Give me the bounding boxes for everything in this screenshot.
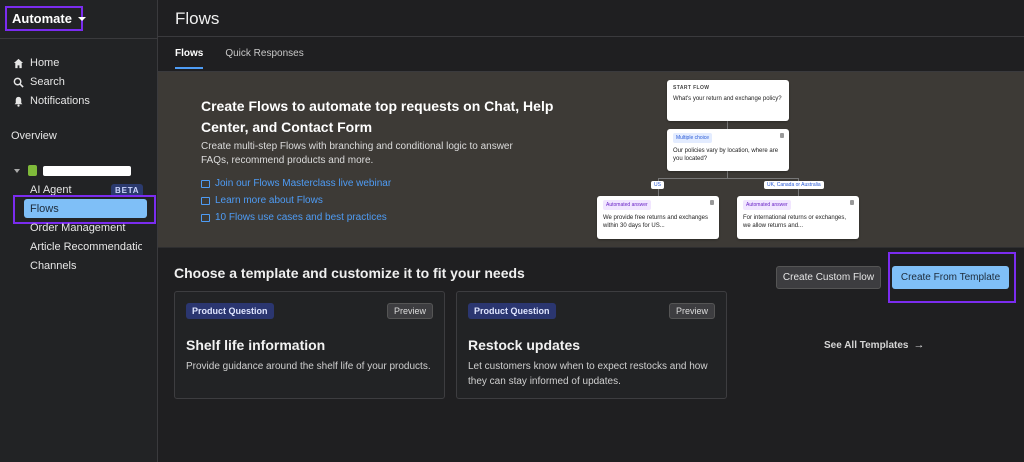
calendar-icon <box>201 179 210 188</box>
banner-title: Create Flows to automate top requests on… <box>201 98 554 135</box>
shopify-icon <box>28 165 37 176</box>
search-icon <box>12 76 24 88</box>
create-from-template-button[interactable]: Create From Template <box>892 266 1009 289</box>
tab-bar: Flows Quick Responses <box>175 48 326 69</box>
see-all-templates-link[interactable]: See All Templates → <box>824 339 924 351</box>
template-name: Shelf life information <box>186 337 326 353</box>
arrow-right-icon: → <box>913 339 925 351</box>
tab-quick-responses[interactable]: Quick Responses <box>225 48 303 69</box>
automated-answer-tag: Automated answer <box>743 200 791 210</box>
nav-label: Home <box>30 57 60 69</box>
bell-icon <box>12 95 24 107</box>
category-tag: Product Question <box>468 303 556 319</box>
sidebar: Automate Home Search Notifications Overv… <box>0 0 158 462</box>
book-icon <box>201 196 210 205</box>
divider <box>158 247 1024 248</box>
see-all-label: See All Templates <box>824 339 909 351</box>
divider <box>158 36 1024 37</box>
promo-banner: Create Flows to automate top requests on… <box>158 72 1024 247</box>
create-custom-flow-button[interactable]: Create Custom Flow <box>776 266 881 289</box>
branch-label-international: UK, Canada or Australia <box>764 181 824 189</box>
connector-line <box>658 178 798 179</box>
nav-label: Search <box>30 76 65 88</box>
template-card-restock-updates[interactable]: Product Question Preview Restock updates… <box>456 291 727 399</box>
sidebar-item-channels[interactable]: Channels <box>30 260 76 272</box>
automated-answer-tag: Automated answer <box>603 200 651 210</box>
sidebar-item-label: Flows <box>30 203 59 215</box>
sidebar-item-article-recommendation[interactable]: Article Recommendatior <box>30 241 142 253</box>
link-label: 10 Flows use cases and best practices <box>215 212 387 223</box>
template-description: Provide guidance around the shelf life o… <box>186 361 431 372</box>
branch-label-us: US <box>651 181 664 189</box>
connector-line <box>727 171 728 178</box>
store-name-redacted <box>43 165 131 176</box>
nav-home[interactable]: Home <box>12 57 59 69</box>
automated-answer-card-us: Automated answer We provide free returns… <box>597 196 719 239</box>
learn-more-link[interactable]: Learn more about Flows <box>201 195 323 206</box>
choice-text: Our policies vary by location, where are… <box>673 148 779 162</box>
nav-label: Notifications <box>30 95 90 107</box>
category-tag: Product Question <box>186 303 274 319</box>
store-selector[interactable] <box>14 165 131 176</box>
answer-text: We provide free returns and exchanges wi… <box>603 215 708 229</box>
template-card-shelf-life[interactable]: Product Question Preview Shelf life info… <box>174 291 445 399</box>
home-icon <box>12 57 24 69</box>
connector-line <box>727 121 728 129</box>
webinar-link[interactable]: Join our Flows Masterclass live webinar <box>201 178 391 189</box>
trash-icon <box>780 133 784 138</box>
answer-text: For international returns or exchanges, … <box>743 215 847 229</box>
banner-description: Create multi-step Flows with branching a… <box>201 141 513 166</box>
multiple-choice-tag: Multiple choice <box>673 133 713 143</box>
use-cases-link[interactable]: 10 Flows use cases and best practices <box>201 212 387 223</box>
preview-button[interactable]: Preview <box>668 303 715 319</box>
start-flow-text: What's your return and exchange policy? <box>673 96 782 102</box>
template-description: Let customers know when to expect restoc… <box>468 361 708 387</box>
templates-section-title: Choose a template and customize it to fi… <box>174 265 525 281</box>
link-label: Join our Flows Masterclass live webinar <box>215 178 392 189</box>
multiple-choice-card: Multiple choice Our policies vary by loc… <box>667 129 789 171</box>
overview-link[interactable]: Overview <box>11 130 57 142</box>
start-flow-card: START FLOW What's your return and exchan… <box>667 80 789 121</box>
chevron-down-icon <box>77 16 86 21</box>
trash-icon <box>850 200 854 205</box>
tab-flows[interactable]: Flows <box>175 48 204 69</box>
trash-icon <box>710 200 714 205</box>
sidebar-item-flows[interactable]: Flows <box>24 199 147 218</box>
template-name: Restock updates <box>468 337 581 353</box>
divider <box>0 38 157 39</box>
nav-notifications[interactable]: Notifications <box>12 95 90 107</box>
start-flow-label: START FLOW <box>673 85 710 91</box>
chevron-down-icon <box>14 168 20 173</box>
book-icon <box>201 213 210 222</box>
sidebar-item-order-management[interactable]: Order Management <box>30 222 125 234</box>
page-title: Flows <box>175 9 220 28</box>
automated-answer-card-international: Automated answer For international retur… <box>737 196 859 239</box>
nav-search[interactable]: Search <box>12 76 65 88</box>
link-label: Learn more about Flows <box>215 195 323 206</box>
preview-button[interactable]: Preview <box>386 303 433 319</box>
app-switcher[interactable]: Automate <box>5 6 86 31</box>
app-name: Automate <box>12 11 72 26</box>
